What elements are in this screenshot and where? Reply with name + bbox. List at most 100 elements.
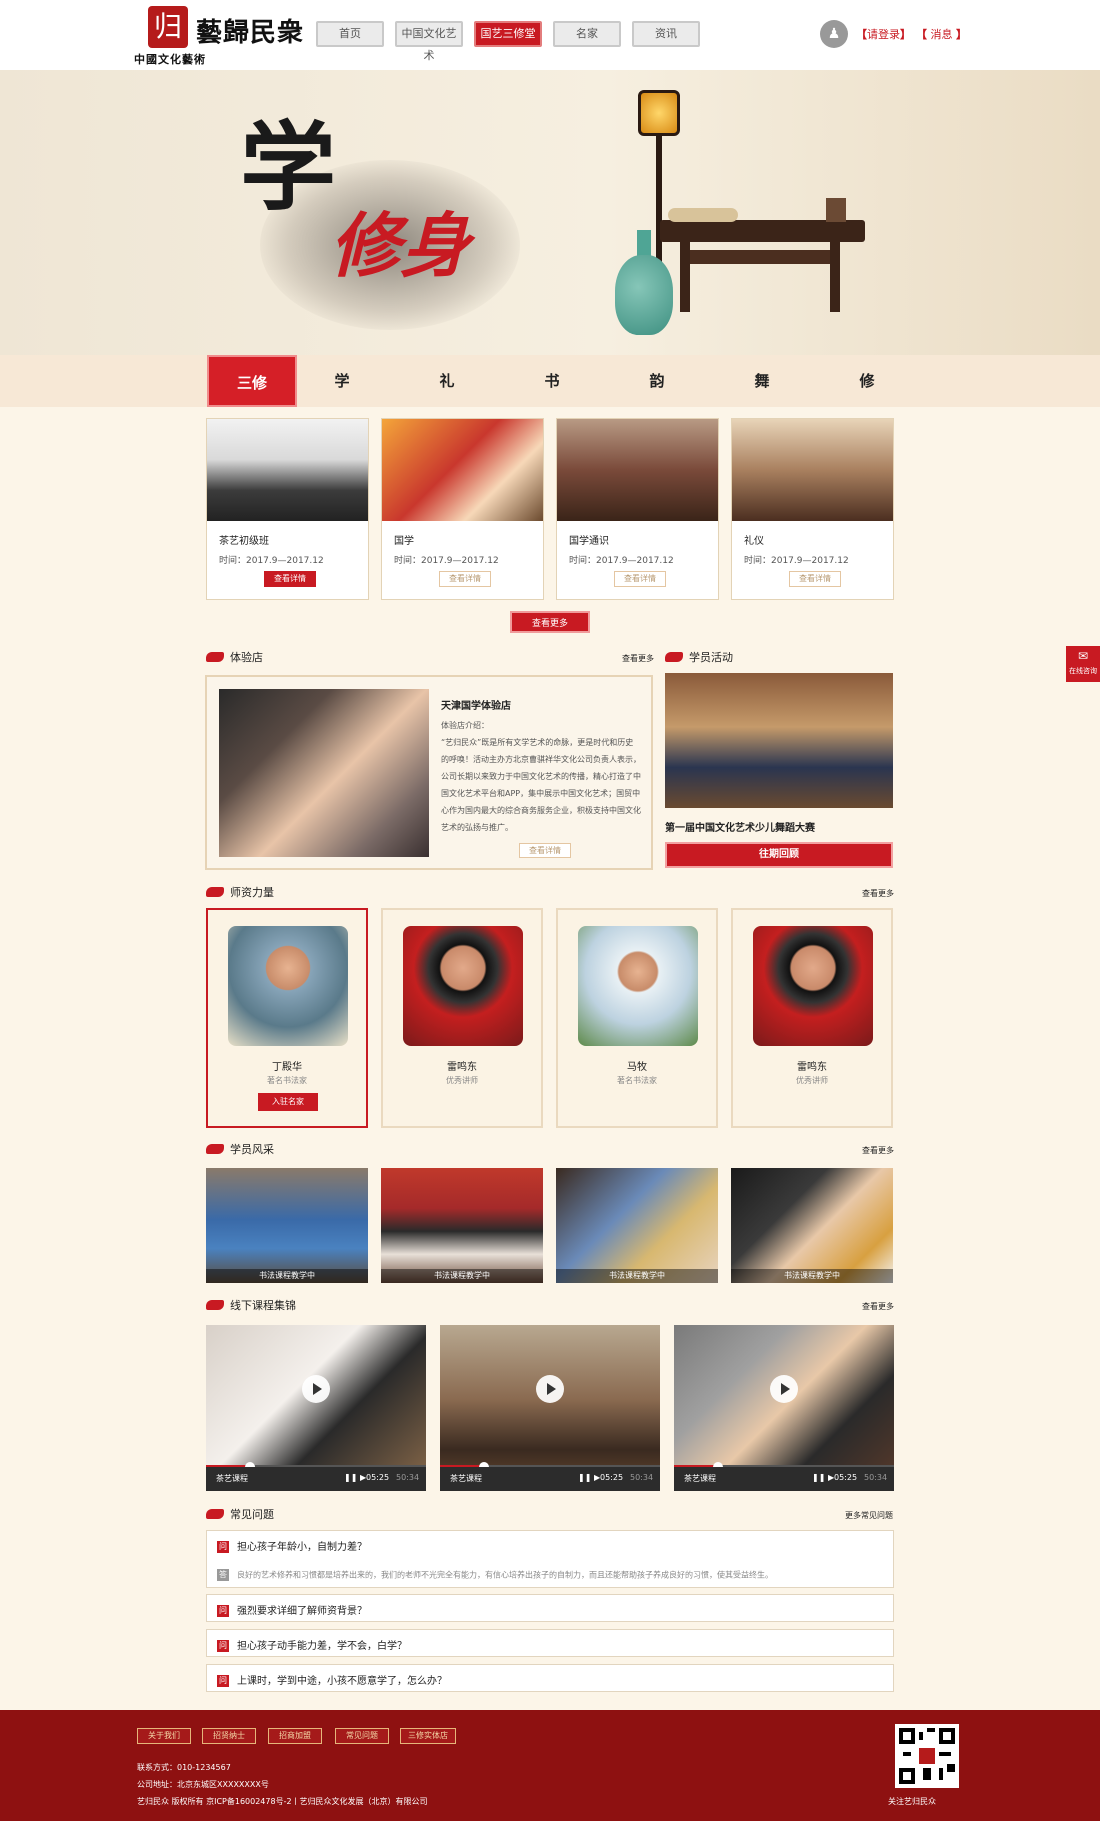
course-title: 茶艺初级班 — [219, 536, 269, 547]
teacher-card[interactable]: 丁殿华 著名书法家 入驻名家 — [206, 908, 368, 1128]
faq-item[interactable]: 上课时，学到中途，小孩不愿意学了，怎么办？ — [206, 1664, 894, 1692]
play-icon[interactable] — [302, 1375, 330, 1403]
teacher-avatar — [228, 926, 348, 1046]
login-link[interactable]: 【请登录】 — [856, 26, 911, 42]
site-header: 归 藝歸民衆 中國文化藝術 首页 中国文化艺术 国艺三修堂 名家 资讯 ♟ 【请… — [0, 0, 1100, 70]
teacher-card[interactable]: 雷鸣东 优秀讲师 — [731, 908, 893, 1128]
video-player[interactable]: 茶艺课程 ❚❚ ▶ 05:25 50:34 — [674, 1325, 894, 1491]
site-logo[interactable]: 归 藝歸民衆 中國文化藝術 — [134, 6, 305, 66]
course-card[interactable]: 国学 时间：2017.9—2017.12 查看详情 — [381, 418, 544, 600]
cloud-icon — [206, 1144, 224, 1154]
course-card[interactable]: 茶艺初级班 时间：2017.9—2017.12 查看详情 — [206, 418, 369, 600]
videos-more-link[interactable]: 查看更多 — [862, 1301, 894, 1312]
logo-mark: 归 — [148, 6, 188, 48]
pause-icon[interactable]: ❚❚ ▶ — [578, 1473, 600, 1482]
past-review-button[interactable]: 往期回顾 — [665, 842, 893, 868]
video-player[interactable]: 茶艺课程 ❚❚ ▶ 05:25 50:34 — [440, 1325, 660, 1491]
course-card[interactable]: 国学通识 时间：2017.9—2017.12 查看详情 — [556, 418, 719, 600]
join-master-button[interactable]: 入驻名家 — [258, 1093, 318, 1111]
student-photo[interactable]: 书法课程教学中 — [381, 1168, 543, 1283]
course-photo — [382, 419, 543, 521]
course-date: 时间：2017.9—2017.12 — [219, 556, 324, 566]
tab-yun[interactable]: 韵 — [627, 355, 687, 407]
course-photo — [557, 419, 718, 521]
teacher-avatar — [753, 926, 873, 1046]
section-title: 常见问题 — [230, 1508, 274, 1521]
tab-wu[interactable]: 舞 — [732, 355, 792, 407]
teacher-card[interactable]: 雷鸣东 优秀讲师 — [381, 908, 543, 1128]
tab-xiu[interactable]: 修 — [837, 355, 897, 407]
pause-icon[interactable]: ❚❚ ▶ — [812, 1473, 834, 1482]
hero-banner: 学 修身 — [0, 70, 1100, 355]
footer-link-faq[interactable]: 常见问题 — [335, 1728, 389, 1744]
tab-sanxiu[interactable]: 三修 — [207, 355, 297, 407]
student-photo-caption: 书法课程教学中 — [381, 1269, 543, 1283]
cloud-icon — [206, 652, 224, 662]
play-icon[interactable] — [536, 1375, 564, 1403]
nav-item-culture[interactable]: 中国文化艺术 — [395, 21, 463, 62]
nav-item-sanxiutang[interactable]: 国艺三修堂 — [474, 21, 542, 47]
tab-xue[interactable]: 学 — [312, 355, 372, 407]
video-duration: 50:34 — [396, 1473, 420, 1482]
faq-answer: 良好的艺术修养和习惯都是培养出来的，我们的老师不光完全有能力，有信心培养出孩子的… — [217, 1569, 773, 1581]
user-avatar-icon[interactable]: ♟ — [820, 20, 848, 48]
faq-item[interactable]: 强烈要求详细了解师资背景？ — [206, 1594, 894, 1622]
activity-title[interactable]: 第一届中国文化艺术少儿舞蹈大赛 — [665, 819, 815, 834]
logo-text: 藝歸民衆 — [196, 18, 305, 48]
pause-icon[interactable]: ❚❚ ▶ — [344, 1473, 366, 1482]
logo-subtitle: 中國文化藝術 — [134, 53, 206, 66]
teacher-card[interactable]: 马牧 著名书法家 — [556, 908, 718, 1128]
video-player[interactable]: 茶艺课程 ❚❚ ▶ 05:25 50:34 — [206, 1325, 426, 1491]
course-card[interactable]: 礼仪 时间：2017.9—2017.12 查看详情 — [731, 418, 894, 600]
tab-li[interactable]: 礼 — [417, 355, 477, 407]
section-title: 体验店 — [230, 651, 263, 664]
course-detail-button[interactable]: 查看详情 — [439, 571, 491, 587]
student-photo-caption: 书法课程教学中 — [731, 1269, 893, 1283]
online-consult-button[interactable]: ✉ 在线咨询 — [1066, 646, 1100, 682]
experience-more-link[interactable]: 查看更多 — [622, 653, 654, 664]
message-link[interactable]: 【 消息 】 — [916, 26, 967, 42]
experience-detail-button[interactable]: 查看详情 — [519, 843, 571, 858]
faq-question: 上课时，学到中途，小孩不愿意学了，怎么办？ — [217, 1672, 447, 1687]
faq-more-link[interactable]: 更多常见问题 — [845, 1510, 893, 1521]
teachers-more-link[interactable]: 查看更多 — [862, 888, 894, 899]
play-icon[interactable] — [770, 1375, 798, 1403]
students-more-link[interactable]: 查看更多 — [862, 1145, 894, 1156]
video-current-time: 05:25 — [366, 1473, 390, 1482]
course-detail-button[interactable]: 查看详情 — [264, 571, 316, 587]
nav-item-news[interactable]: 资讯 — [632, 21, 700, 47]
course-photo — [207, 419, 368, 521]
footer-link-stores[interactable]: 三修实体店 — [400, 1728, 456, 1744]
footer-link-jobs[interactable]: 招贤纳士 — [202, 1728, 256, 1744]
faq-item[interactable]: 担心孩子年龄小，自制力差？ 良好的艺术修养和习惯都是培养出来的，我们的老师不光完… — [206, 1530, 894, 1588]
view-more-courses-button[interactable]: 查看更多 — [510, 611, 590, 633]
footer-address: 公司地址：北京东城区XXXXXXXX号 — [137, 1780, 269, 1789]
nav-item-home[interactable]: 首页 — [316, 21, 384, 47]
student-photo[interactable]: 书法课程教学中 — [556, 1168, 718, 1283]
nav-item-masters[interactable]: 名家 — [553, 21, 621, 47]
tab-shu[interactable]: 书 — [522, 355, 582, 407]
student-photo[interactable]: 书法课程教学中 — [206, 1168, 368, 1283]
qr-code — [895, 1724, 959, 1788]
activity-photo[interactable] — [665, 673, 893, 808]
faq-item[interactable]: 担心孩子动手能力差，学不会，白学？ — [206, 1629, 894, 1657]
footer-link-about[interactable]: 关于我们 — [137, 1728, 191, 1744]
experience-desc: 体验店介绍： “艺归民众”既是所有文学艺术的命脉，更是时代和历史的呼唤！活动主办… — [441, 717, 641, 836]
lantern-icon — [638, 90, 680, 136]
desk-rail — [680, 250, 840, 264]
teacher-role: 优秀讲师 — [446, 1076, 478, 1085]
course-detail-button[interactable]: 查看详情 — [614, 571, 666, 587]
message-label: 消息 — [930, 28, 953, 41]
student-photo[interactable]: 书法课程教学中 — [731, 1168, 893, 1283]
course-detail-button[interactable]: 查看详情 — [789, 571, 841, 587]
teacher-avatar — [403, 926, 523, 1046]
course-date: 时间：2017.9—2017.12 — [569, 556, 674, 566]
course-photo — [732, 419, 893, 521]
qr-code-icon — [899, 1728, 955, 1784]
teacher-name: 雷鸣东 — [447, 1062, 477, 1073]
teacher-name: 丁殿华 — [272, 1062, 302, 1073]
video-controls: 茶艺课程 ❚❚ ▶ 05:25 50:34 — [440, 1467, 660, 1491]
faq-question: 担心孩子年龄小，自制力差？ — [217, 1538, 367, 1553]
banner-calligraphy-xue: 学 — [240, 111, 336, 224]
footer-link-franchise[interactable]: 招商加盟 — [268, 1728, 322, 1744]
